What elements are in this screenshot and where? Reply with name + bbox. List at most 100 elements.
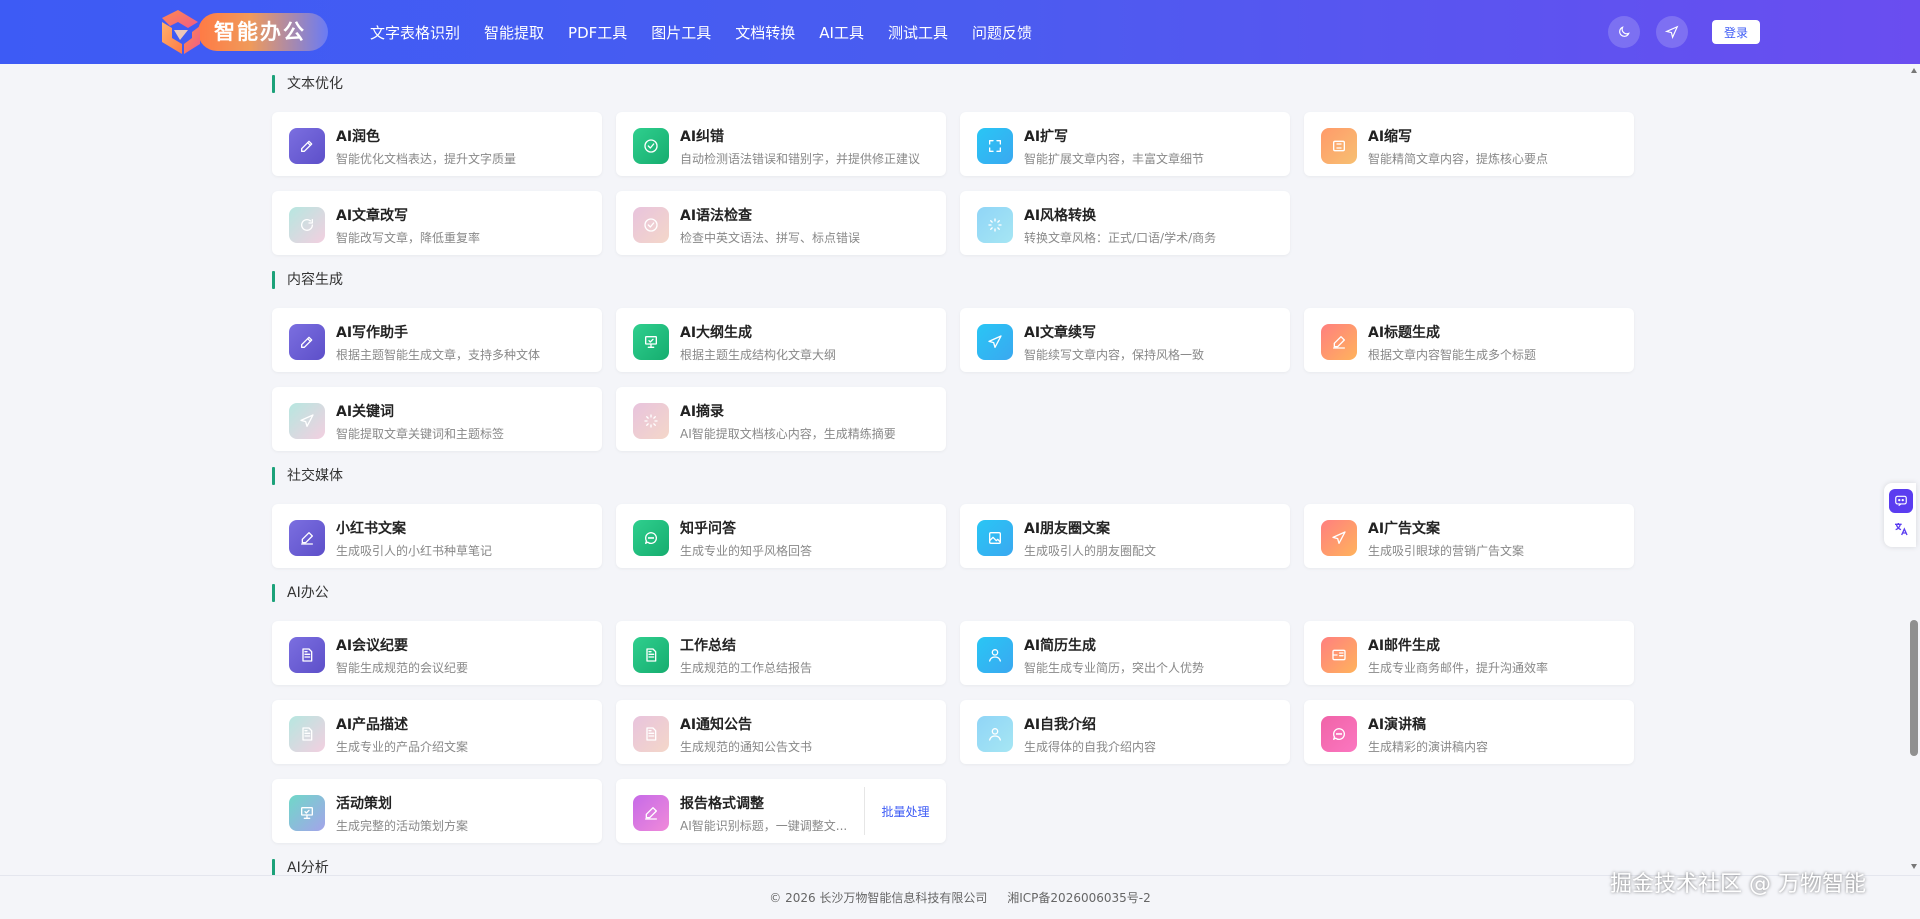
compress-icon xyxy=(1321,128,1357,164)
tool-card[interactable]: AI广告文案生成吸引眼球的营销广告文案 xyxy=(1304,504,1634,568)
tool-card[interactable]: AI简历生成智能生成专业简历，突出个人优势 xyxy=(960,621,1290,685)
batch-process-link[interactable]: 批量处理 xyxy=(864,787,946,835)
tool-card-desc: 智能续写文章内容，保持风格一致 xyxy=(1024,348,1205,362)
tool-card-desc: 自动检测语法错误和错别字，并提供修正建议 xyxy=(680,152,921,166)
tool-card[interactable]: 报告格式调整 AI智能识别标题，一键调整文... 批量处理 xyxy=(616,779,946,843)
loader-icon xyxy=(977,207,1013,243)
tool-card[interactable]: AI演讲稿 生成精彩的演讲稿内容 xyxy=(1304,700,1634,764)
login-button[interactable]: 登录 xyxy=(1712,20,1760,44)
logo-text: 智能办公 xyxy=(198,13,328,51)
tool-card[interactable]: 工作总结生成规范的工作总结报告 xyxy=(616,621,946,685)
main-nav: 文字表格识别 智能提取 PDF工具 图片工具 文档转换 AI工具 测试工具 问题反馈 xyxy=(370,0,1056,64)
tool-card[interactable]: 活动策划 生成完整的活动策划方案 xyxy=(272,779,602,843)
tool-card-title: AI自我介绍 xyxy=(1024,717,1097,733)
tool-card-title: AI语法检查 xyxy=(680,208,753,224)
scroll-thumb[interactable] xyxy=(1910,620,1918,756)
tool-card-desc: 智能优化文档表达，提升文字质量 xyxy=(336,152,517,166)
tool-card-title: AI扩写 xyxy=(1024,129,1069,145)
tool-card[interactable]: 小红书文案 生成吸引人的小红书种草笔记 xyxy=(272,504,602,568)
tool-card[interactable]: AI邮件生成 生成专业商务邮件，提升沟通效率 xyxy=(1304,621,1634,685)
nav-item-0[interactable]: 文字表格识别 xyxy=(370,22,460,43)
tool-card[interactable]: AI写作助手根据主题智能生成文章，支持多种文体 xyxy=(272,308,602,372)
tool-card-title: AI摘录 xyxy=(680,404,725,420)
scroll-down-arrow-icon[interactable] xyxy=(1911,864,1917,869)
icp-link[interactable]: 湘ICP备2026006035号-2 xyxy=(1007,891,1150,905)
tool-card[interactable]: AI标题生成 根据文章内容智能生成多个标题 xyxy=(1304,308,1634,372)
tool-card-desc: 生成吸引人的小红书种草笔记 xyxy=(336,544,493,558)
tool-card-desc: 生成专业的产品介绍文案 xyxy=(336,740,469,754)
nav-item-2[interactable]: PDF工具 xyxy=(568,22,627,43)
tool-card[interactable]: AI润色智能优化文档表达，提升文字质量 xyxy=(272,112,602,176)
tool-card-desc: 智能生成专业简历，突出个人优势 xyxy=(1024,661,1205,675)
tool-card[interactable]: AI摘录 AI智能提取文档核心内容，生成精练摘要 xyxy=(616,387,946,451)
check-circle-icon xyxy=(633,128,669,164)
section-title: 文本优化 xyxy=(272,74,343,94)
section-title: 内容生成 xyxy=(272,270,343,290)
tool-card-desc: 根据文章内容智能生成多个标题 xyxy=(1368,348,1537,362)
side-float-toolbar xyxy=(1884,483,1916,547)
tool-card-desc: 根据主题生成结构化文章大纲 xyxy=(680,348,837,362)
tool-card-desc: 生成得体的自我介绍内容 xyxy=(1024,740,1157,754)
nav-item-7[interactable]: 问题反馈 xyxy=(972,22,1032,43)
tool-card-title: AI文章续写 xyxy=(1024,325,1097,341)
chat-bot-icon[interactable] xyxy=(1889,489,1913,513)
tool-card-desc: 生成专业商务邮件，提升沟通效率 xyxy=(1368,661,1549,675)
tool-card-title: AI广告文案 xyxy=(1368,521,1441,537)
section-title: AI办公 xyxy=(272,583,329,603)
document-icon xyxy=(633,637,669,673)
check-circle-icon xyxy=(633,207,669,243)
send-icon[interactable] xyxy=(1656,16,1688,48)
tool-card-title: AI产品描述 xyxy=(336,717,409,733)
logo-icon xyxy=(158,8,204,56)
tool-card[interactable]: AI自我介绍生成得体的自我介绍内容 xyxy=(960,700,1290,764)
tool-card-desc: 生成吸引眼球的营销广告文案 xyxy=(1368,544,1525,558)
tool-card-desc: 根据主题智能生成文章，支持多种文体 xyxy=(336,348,541,362)
tool-card[interactable]: AI文章改写 智能改写文章，降低重复率 xyxy=(272,191,602,255)
tool-card[interactable]: AI产品描述生成专业的产品介绍文案 xyxy=(272,700,602,764)
tool-card-title: AI润色 xyxy=(336,129,381,145)
nav-item-4[interactable]: 文档转换 xyxy=(735,22,795,43)
document-icon xyxy=(289,716,325,752)
moon-icon[interactable] xyxy=(1608,16,1640,48)
tool-card[interactable]: AI大纲生成 根据主题生成结构化文章大纲 xyxy=(616,308,946,372)
tool-card-desc: 智能提取文章关键词和主题标签 xyxy=(336,427,505,441)
nav-item-1[interactable]: 智能提取 xyxy=(484,22,544,43)
user-icon xyxy=(977,637,1013,673)
tool-card-title: AI文章改写 xyxy=(336,208,409,224)
tool-card-title: AI简历生成 xyxy=(1024,638,1097,654)
nav-item-3[interactable]: 图片工具 xyxy=(651,22,711,43)
tool-card[interactable]: 知乎问答 生成专业的知乎风格回答 xyxy=(616,504,946,568)
translate-icon[interactable] xyxy=(1889,517,1913,541)
chat-icon xyxy=(1321,716,1357,752)
pen-icon xyxy=(1321,324,1357,360)
tool-card[interactable]: AI语法检查 检查中英文语法、拼写、标点错误 xyxy=(616,191,946,255)
tool-card[interactable]: AI朋友圈文案 生成吸引人的朋友圈配文 xyxy=(960,504,1290,568)
tool-card-title: 工作总结 xyxy=(680,638,736,654)
loader-icon xyxy=(633,403,669,439)
scrollbar[interactable] xyxy=(1908,64,1920,875)
tool-card[interactable]: AI缩写 智能精简文章内容，提炼核心要点 xyxy=(1304,112,1634,176)
pen-icon xyxy=(633,795,669,831)
tool-card[interactable]: AI会议纪要 智能生成规范的会议纪要 xyxy=(272,621,602,685)
top-nav-bar: 智能办公 文字表格识别 智能提取 PDF工具 图片工具 文档转换 AI工具 测试工具 问题反馈… xyxy=(0,0,1920,64)
tool-card[interactable]: AI关键词 智能提取文章关键词和主题标签 xyxy=(272,387,602,451)
document-icon xyxy=(633,716,669,752)
scroll-up-arrow-icon[interactable] xyxy=(1911,68,1917,73)
tool-card[interactable]: AI文章续写智能续写文章内容，保持风格一致 xyxy=(960,308,1290,372)
presentation-icon xyxy=(633,324,669,360)
tool-card[interactable]: AI纠错自动检测语法错误和错别字，并提供修正建议 xyxy=(616,112,946,176)
tool-card[interactable]: AI扩写 智能扩展文章内容，丰富文章细节 xyxy=(960,112,1290,176)
logo[interactable]: 智能办公 xyxy=(158,8,328,56)
tool-card-title: AI写作助手 xyxy=(336,325,409,341)
tool-card-desc: 转换文章风格：正式/口语/学术/商务 xyxy=(1024,231,1217,245)
tool-card-desc: 智能生成规范的会议纪要 xyxy=(336,661,469,675)
tool-card-title: AI风格转换 xyxy=(1024,208,1097,224)
tool-card-desc: 生成规范的工作总结报告 xyxy=(680,661,813,675)
nav-item-5[interactable]: AI工具 xyxy=(819,22,864,43)
nav-item-6[interactable]: 测试工具 xyxy=(888,22,948,43)
tool-card[interactable]: AI风格转换转换文章风格：正式/口语/学术/商务 xyxy=(960,191,1290,255)
tool-card-title: AI纠错 xyxy=(680,129,725,145)
tool-card-title: AI朋友圈文案 xyxy=(1024,521,1111,537)
user-icon xyxy=(977,716,1013,752)
tool-card[interactable]: AI通知公告 生成规范的通知公告文书 xyxy=(616,700,946,764)
